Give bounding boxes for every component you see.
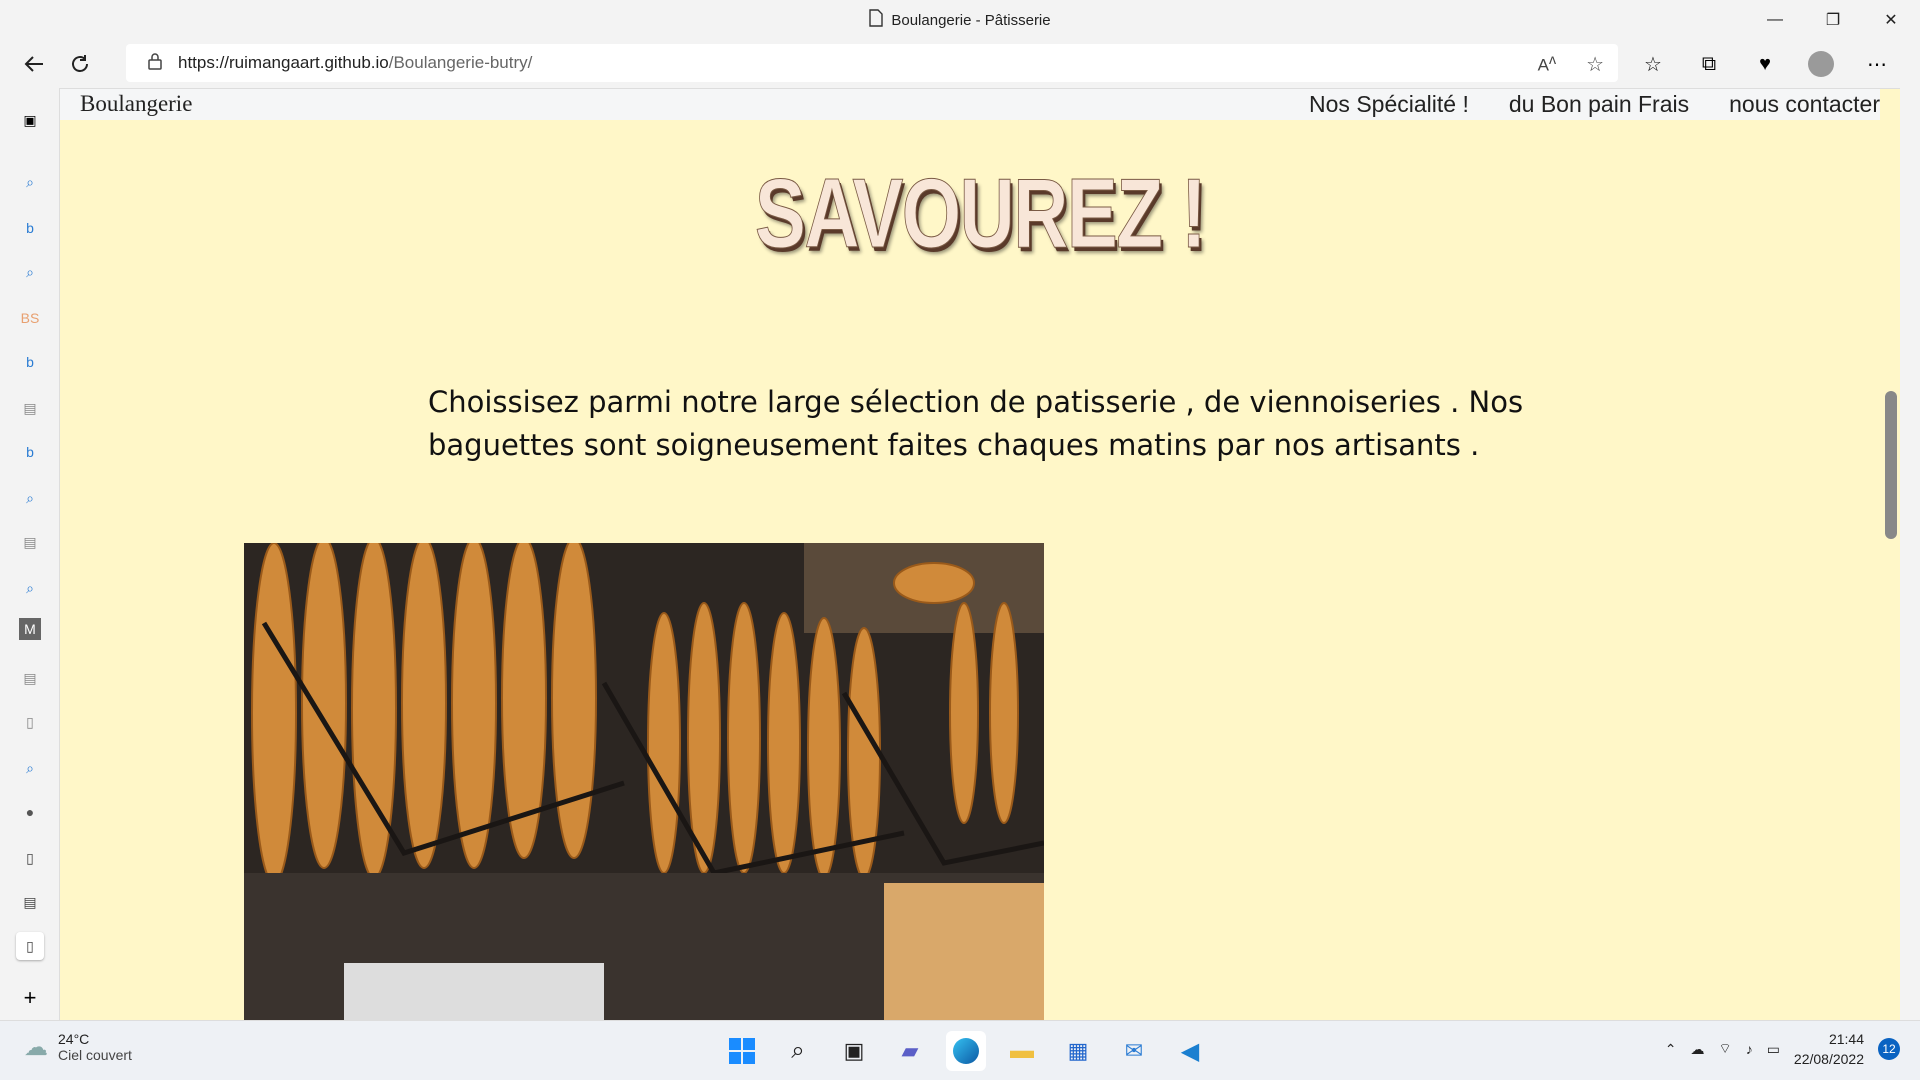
vscode-icon[interactable]: ◀ xyxy=(1170,1031,1210,1071)
browser-toolbar: https://ruimangaart.github.io/Boulangeri… xyxy=(0,40,1920,88)
volume-icon[interactable]: ♪ xyxy=(1746,1041,1753,1057)
search-icon[interactable]: ⌕ xyxy=(16,754,44,782)
chevron-up-icon[interactable]: ⌃ xyxy=(1665,1041,1677,1058)
nav-link-specialites[interactable]: Nos Spécialité ! xyxy=(1309,91,1469,118)
calendar-icon[interactable]: ▤ xyxy=(16,394,44,422)
battery-icon[interactable]: ▭ xyxy=(1767,1041,1780,1058)
bs-icon[interactable]: BS xyxy=(16,304,44,332)
document-icon[interactable]: ▯ xyxy=(16,708,44,736)
document-icon[interactable]: ▯ xyxy=(16,844,44,872)
favorites-icon[interactable]: ☆ xyxy=(1632,44,1674,84)
wifi-icon[interactable]: ⌔ xyxy=(1719,1040,1732,1058)
hero-heading: SAVOUREZ ! xyxy=(754,158,1207,269)
task-view-icon[interactable]: ▣ xyxy=(834,1031,874,1071)
m-icon[interactable]: M xyxy=(19,618,41,640)
restore-button[interactable]: ❐ xyxy=(1804,0,1862,40)
url-text: https://ruimangaart.github.io/Boulangeri… xyxy=(178,53,532,73)
address-bar[interactable]: https://ruimangaart.github.io/Boulangeri… xyxy=(126,44,1618,82)
windows-taskbar: ☁ 24°C Ciel couvert ⌕ ▣ ▰ ▬ ▦ ✉ ◀ ⌃ ☁ ⌔ … xyxy=(0,1020,1920,1080)
file-explorer-icon[interactable]: ▬ xyxy=(1002,1031,1042,1071)
chat-icon[interactable]: ▰ xyxy=(890,1031,930,1071)
weather-widget[interactable]: ☁ 24°C Ciel couvert xyxy=(24,1031,132,1063)
minimize-button[interactable]: — xyxy=(1746,0,1804,40)
temperature: 24°C xyxy=(58,1031,90,1047)
clock[interactable]: 21:44 22/08/2022 xyxy=(1794,1029,1864,1069)
search-icon[interactable]: ⌕ xyxy=(16,574,44,602)
tab-actions-icon[interactable]: ▣ xyxy=(16,106,44,134)
search-icon[interactable]: ⌕ xyxy=(16,484,44,512)
weather-description: Ciel couvert xyxy=(58,1047,132,1063)
new-tab-icon[interactable]: + xyxy=(16,984,44,1012)
back-button[interactable] xyxy=(12,44,56,84)
read-aloud-icon[interactable]: Aʌ xyxy=(1538,52,1556,77)
site-navbar: Boulangerie Nos Spécialité ! du Bon pain… xyxy=(60,89,1900,120)
add-favorite-icon[interactable]: ☆ xyxy=(1586,52,1604,77)
vertical-tabs-sidebar: ▣ ⌕ b ⌕ BS b ▤ b ⌕ ▤ ⌕ M ▤ ▯ ⌕ ● ▯ ▤ ▯ + xyxy=(0,88,60,1020)
url-host: https://ruimangaart.github.io xyxy=(178,53,389,72)
active-tab-document-icon[interactable]: ▯ xyxy=(16,932,44,960)
bing-icon[interactable]: b xyxy=(16,438,44,466)
page-scrollbar[interactable] xyxy=(1880,89,1900,1020)
page-viewport: Boulangerie Nos Spécialité ! du Bon pain… xyxy=(60,88,1900,1020)
window-title-text: Boulangerie - Pâtisserie xyxy=(891,11,1051,29)
baguettes-photo xyxy=(244,543,1044,1020)
store-icon[interactable]: ▦ xyxy=(1058,1031,1098,1071)
search-icon[interactable]: ⌕ xyxy=(778,1031,818,1071)
calendar-icon[interactable]: ▤ xyxy=(16,528,44,556)
health-icon[interactable]: ♥ xyxy=(1744,44,1786,84)
nav-link-pain-frais[interactable]: du Bon pain Frais xyxy=(1509,91,1689,118)
nav-link-contact[interactable]: nous contacter xyxy=(1729,91,1880,118)
title-bar: Boulangerie - Pâtisserie — ❐ ✕ xyxy=(0,0,1920,40)
date: 22/08/2022 xyxy=(1793,1051,1864,1067)
more-icon[interactable]: ⋯ xyxy=(1856,44,1898,84)
bing-icon[interactable]: b xyxy=(16,214,44,242)
time: 21:44 xyxy=(1828,1031,1864,1047)
search-icon[interactable]: ⌕ xyxy=(16,168,44,196)
bing-icon[interactable]: b xyxy=(16,348,44,376)
scrollbar-thumb[interactable] xyxy=(1885,391,1897,539)
onedrive-icon[interactable]: ☁ xyxy=(1691,1041,1705,1058)
profile-avatar[interactable] xyxy=(1800,44,1842,84)
collections-icon[interactable]: ⧉ xyxy=(1688,44,1730,84)
start-icon[interactable] xyxy=(722,1031,762,1071)
github-icon[interactable]: ● xyxy=(16,798,44,826)
edge-icon[interactable] xyxy=(946,1031,986,1071)
notification-badge[interactable]: 12 xyxy=(1878,1038,1900,1060)
site-brand[interactable]: Boulangerie xyxy=(80,91,192,117)
mail-icon[interactable]: ✉ xyxy=(1114,1031,1154,1071)
close-button[interactable]: ✕ xyxy=(1862,0,1920,40)
calendar-icon[interactable]: ▤ xyxy=(16,664,44,692)
calendar-icon[interactable]: ▤ xyxy=(16,888,44,916)
refresh-button[interactable] xyxy=(58,44,102,84)
page-icon xyxy=(869,9,884,31)
cloud-icon: ☁ xyxy=(24,1033,48,1061)
url-path: /Boulangerie-butry/ xyxy=(388,53,533,72)
lock-icon xyxy=(148,52,162,75)
intro-paragraph: Choissisez parmi notre large sélection d… xyxy=(428,385,1524,462)
window-title: Boulangerie - Pâtisserie xyxy=(869,9,1051,31)
search-icon[interactable]: ⌕ xyxy=(16,258,44,286)
